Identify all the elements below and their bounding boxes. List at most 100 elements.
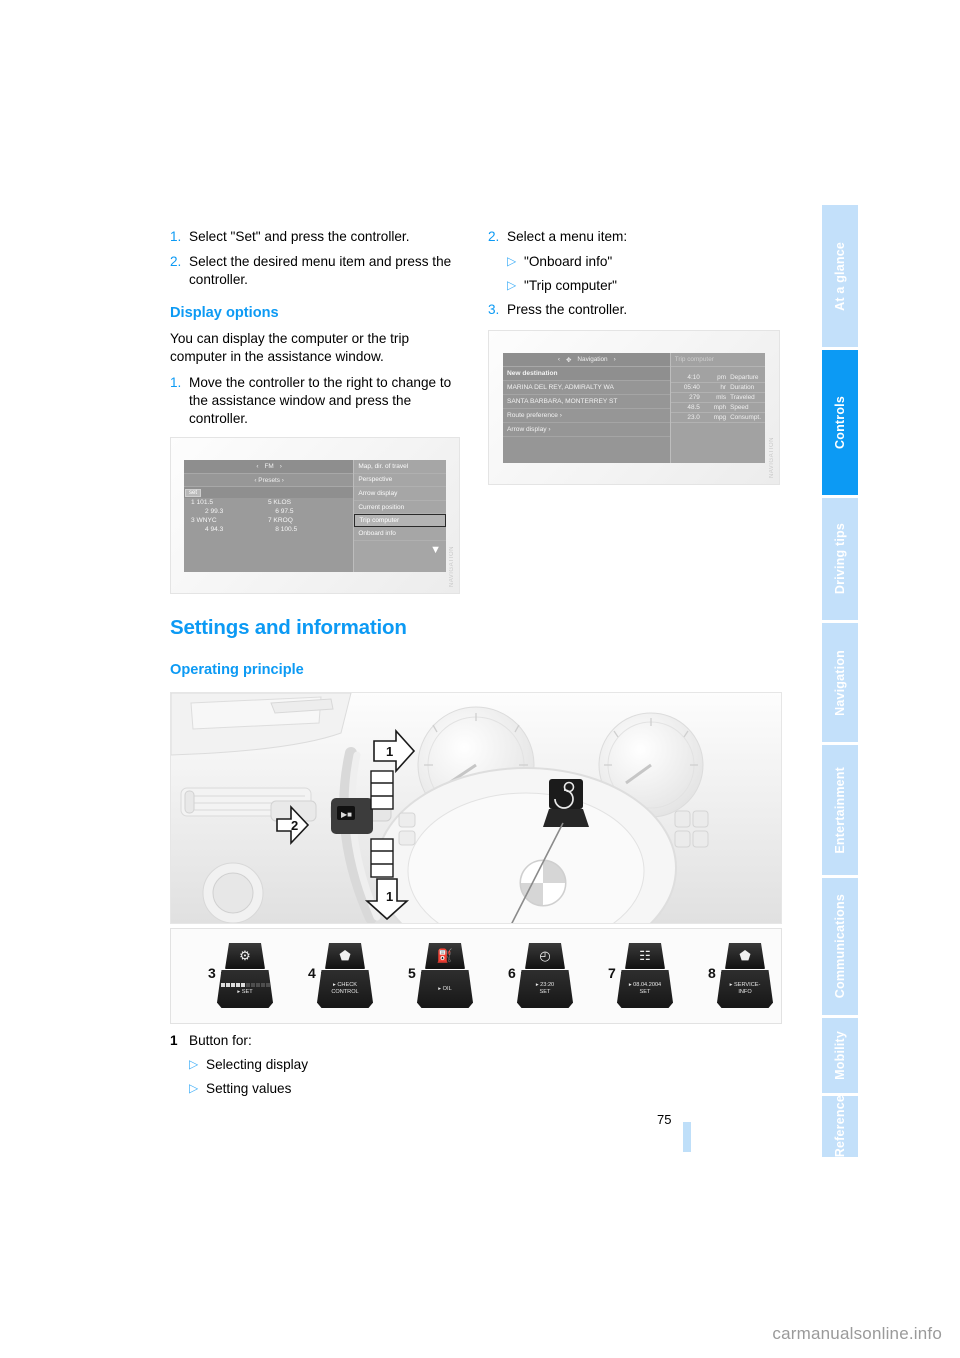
radio-preset-row[interactable]: 2 99.3 6 97.5	[202, 507, 354, 516]
sidebar-tab-entertainment[interactable]: Entertainment	[822, 745, 858, 875]
callout-1-bottom: 1	[386, 889, 394, 904]
menu-item-arrow-display[interactable]: Arrow display	[354, 487, 446, 501]
clock-icon: ◴	[525, 943, 565, 969]
control-button-7[interactable]: 7 ☷ ▸ 08.04.2004 SET	[608, 943, 681, 1015]
step-number: 1.	[170, 374, 182, 390]
menu-item-label: Current position	[358, 503, 405, 511]
triangle-bullet-icon: ▷	[507, 277, 517, 292]
presets-label: ‹ Presets ›	[254, 476, 284, 484]
menu-item-trip-computer[interactable]: Trip computer	[354, 514, 446, 527]
control-button-display: ▸ SERVICE- INFO	[717, 970, 773, 1008]
menu-item-label: Perspective	[358, 476, 393, 484]
menu-item-current-position[interactable]: Current position	[354, 501, 446, 515]
radio-preset-left: 4 94.3	[205, 526, 224, 533]
sidebar-tab-reference[interactable]: Reference	[822, 1095, 858, 1158]
sidebar-tab-communications[interactable]: Communications	[822, 878, 858, 1015]
trip-unit: mpg	[713, 414, 727, 421]
idrive-screen-navigation: ‹ ✥ Navigation › New destination MARINA D…	[503, 353, 765, 463]
legend-number: 1	[170, 1033, 178, 1048]
radio-header: ‹ FM ›	[184, 460, 355, 474]
sidebar-tab-label: Communications	[833, 894, 847, 999]
control-button-number: 5	[408, 965, 416, 981]
sidebar-tab-controls[interactable]: Controls	[822, 350, 858, 495]
list-item: ▷ Selecting display	[189, 1056, 470, 1074]
control-button-4[interactable]: 4 ⬟ ▸ CHECK CONTROL	[308, 943, 381, 1015]
trip-computer-row: 23.0 mpg Consumpt.	[670, 413, 765, 423]
control-button-label: ▸ 08.04.2004 SET	[628, 982, 662, 995]
step-text: Select the desired menu item and press t…	[189, 253, 452, 287]
sidebar-tab-mobility[interactable]: Mobility	[822, 1018, 858, 1093]
triangle-bullet-icon: ▷	[507, 253, 517, 268]
trip-unit: hr	[720, 384, 727, 391]
control-button-label: ▸ 23:20 SET	[535, 982, 555, 995]
control-buttons-row: 3 ⚙ ▸ SET 4 ⬟ ▸ CHECK CONTROL 5 ⛽ ▸ OIL 6 ◴ ▸ 23:20…	[170, 928, 782, 1024]
svg-text:▶■: ▶■	[341, 810, 352, 819]
trip-unit: mls	[716, 394, 727, 401]
trip-computer-row: 4:10 pm Departure	[670, 373, 765, 383]
chevron-right-icon: ›	[279, 463, 282, 470]
trip-label: Speed	[730, 404, 749, 411]
sidebar-tab-at-a-glance[interactable]: At a glance	[822, 205, 858, 347]
figure-code: NAVIGATION	[769, 436, 775, 478]
radio-presets-header: ‹ Presets ›	[184, 474, 355, 487]
radio-preset-row[interactable]: 1 101.5 5 KLOS	[188, 498, 354, 507]
control-button-number: 7	[608, 965, 616, 981]
radio-preset-row[interactable]: 3 WNYC 7 KROQ	[188, 516, 354, 525]
menu-item-label: Trip computer	[359, 517, 400, 525]
sidebar-tab-label: Navigation	[833, 649, 847, 716]
nav-list-header[interactable]: New destination	[503, 367, 671, 381]
list-item: 1. Move the controller to the right to c…	[170, 374, 462, 428]
idrive-screen-radio: ‹ FM › ‹ Presets › set 1 101.5 5 KLOS 2 99…	[184, 460, 446, 572]
step-text: Move the controller to the right to chan…	[189, 374, 452, 426]
radio-band-label: FM	[264, 463, 274, 470]
watermark: carmanualsonline.info	[772, 1324, 942, 1343]
list-item: ▷ "Onboard info"	[507, 253, 788, 271]
section-tab-strip: At a glance Controls Driving tips Navigatio…	[822, 205, 858, 1160]
figure-navigation-display: ‹ ✥ Navigation › New destination MARINA D…	[488, 330, 780, 485]
trip-value: 05:40	[683, 384, 700, 391]
radio-preset-right: 8 100.5	[275, 526, 298, 533]
nav-list-item[interactable]: Arrow display ›	[503, 423, 671, 437]
trip-computer-row: 05:40 hr Duration	[670, 383, 765, 393]
menu-item-label: Map, dir. of travel	[358, 462, 409, 470]
sidebar-tab-label: Driving tips	[833, 523, 847, 595]
legend-item-text: Setting values	[206, 1080, 292, 1096]
radio-pane: ‹ FM › ‹ Presets › set 1 101.5 5 KLOS 2 99…	[184, 460, 355, 572]
control-button-label: ▸ SERVICE- INFO	[729, 982, 761, 995]
nav-list-item[interactable]: MARINA DEL REY, ADMIRALTY WA	[503, 381, 671, 395]
menu-item-onboard-info[interactable]: Onboard info	[354, 527, 446, 541]
dashboard-svg: ▶■	[171, 693, 781, 923]
sidebar-tab-navigation[interactable]: Navigation	[822, 623, 858, 742]
nav-list-item[interactable]: Route preference ›	[503, 409, 671, 423]
diagram-legend: 1 Button for: ▷ Selecting display ▷ Sett…	[170, 1032, 470, 1104]
nav-list-item[interactable]: SANTA BARBARA, MONTERREY ST	[503, 395, 671, 409]
control-button-display: ▸ SET	[217, 970, 273, 1008]
control-button-display: ▸ 08.04.2004 SET	[617, 970, 673, 1008]
control-button-8[interactable]: 8 ⬟ ▸ SERVICE- INFO	[708, 943, 781, 1015]
page-number-bar	[683, 1122, 691, 1152]
radio-preset-right: 7 KROQ	[267, 517, 293, 524]
control-button-5[interactable]: 5 ⛽ ▸ OIL	[408, 943, 481, 1015]
trip-label: Duration	[730, 384, 755, 391]
trip-label: Traveled	[730, 394, 755, 401]
bullet-text: "Onboard info"	[524, 253, 613, 269]
set-button[interactable]: set	[185, 488, 202, 497]
oil-can-icon: ⛽	[425, 943, 465, 969]
menu-item-perspective[interactable]: Perspective	[354, 474, 446, 488]
menu-item-map-dir-of-travel[interactable]: Map, dir. of travel	[354, 460, 446, 474]
control-button-display: ▸ CHECK CONTROL	[317, 970, 373, 1008]
radio-menu-pane: Map, dir. of travel Perspective Arrow disp…	[353, 460, 446, 572]
chevron-left-icon: ‹	[256, 463, 259, 470]
control-button-label: ▸ OIL	[438, 985, 452, 992]
sidebar-tab-driving-tips[interactable]: Driving tips	[822, 498, 858, 620]
sidebar-tab-label: Entertainment	[833, 766, 847, 854]
trip-value: 23.0	[687, 414, 700, 421]
page-number: 75	[657, 1112, 672, 1127]
control-button-6[interactable]: 6 ◴ ▸ 23:20 SET	[508, 943, 581, 1015]
control-button-display: ▸ OIL	[417, 970, 473, 1008]
trip-unit: pm	[717, 374, 727, 381]
control-button-3[interactable]: 3 ⚙ ▸ SET	[208, 943, 281, 1015]
scroll-down-icon[interactable]: ▼	[430, 544, 441, 556]
right-text-column: 2. Select a menu item: ▷ "Onboard info" …	[488, 228, 788, 326]
radio-preset-row[interactable]: 4 94.3 8 100.5	[202, 525, 354, 534]
